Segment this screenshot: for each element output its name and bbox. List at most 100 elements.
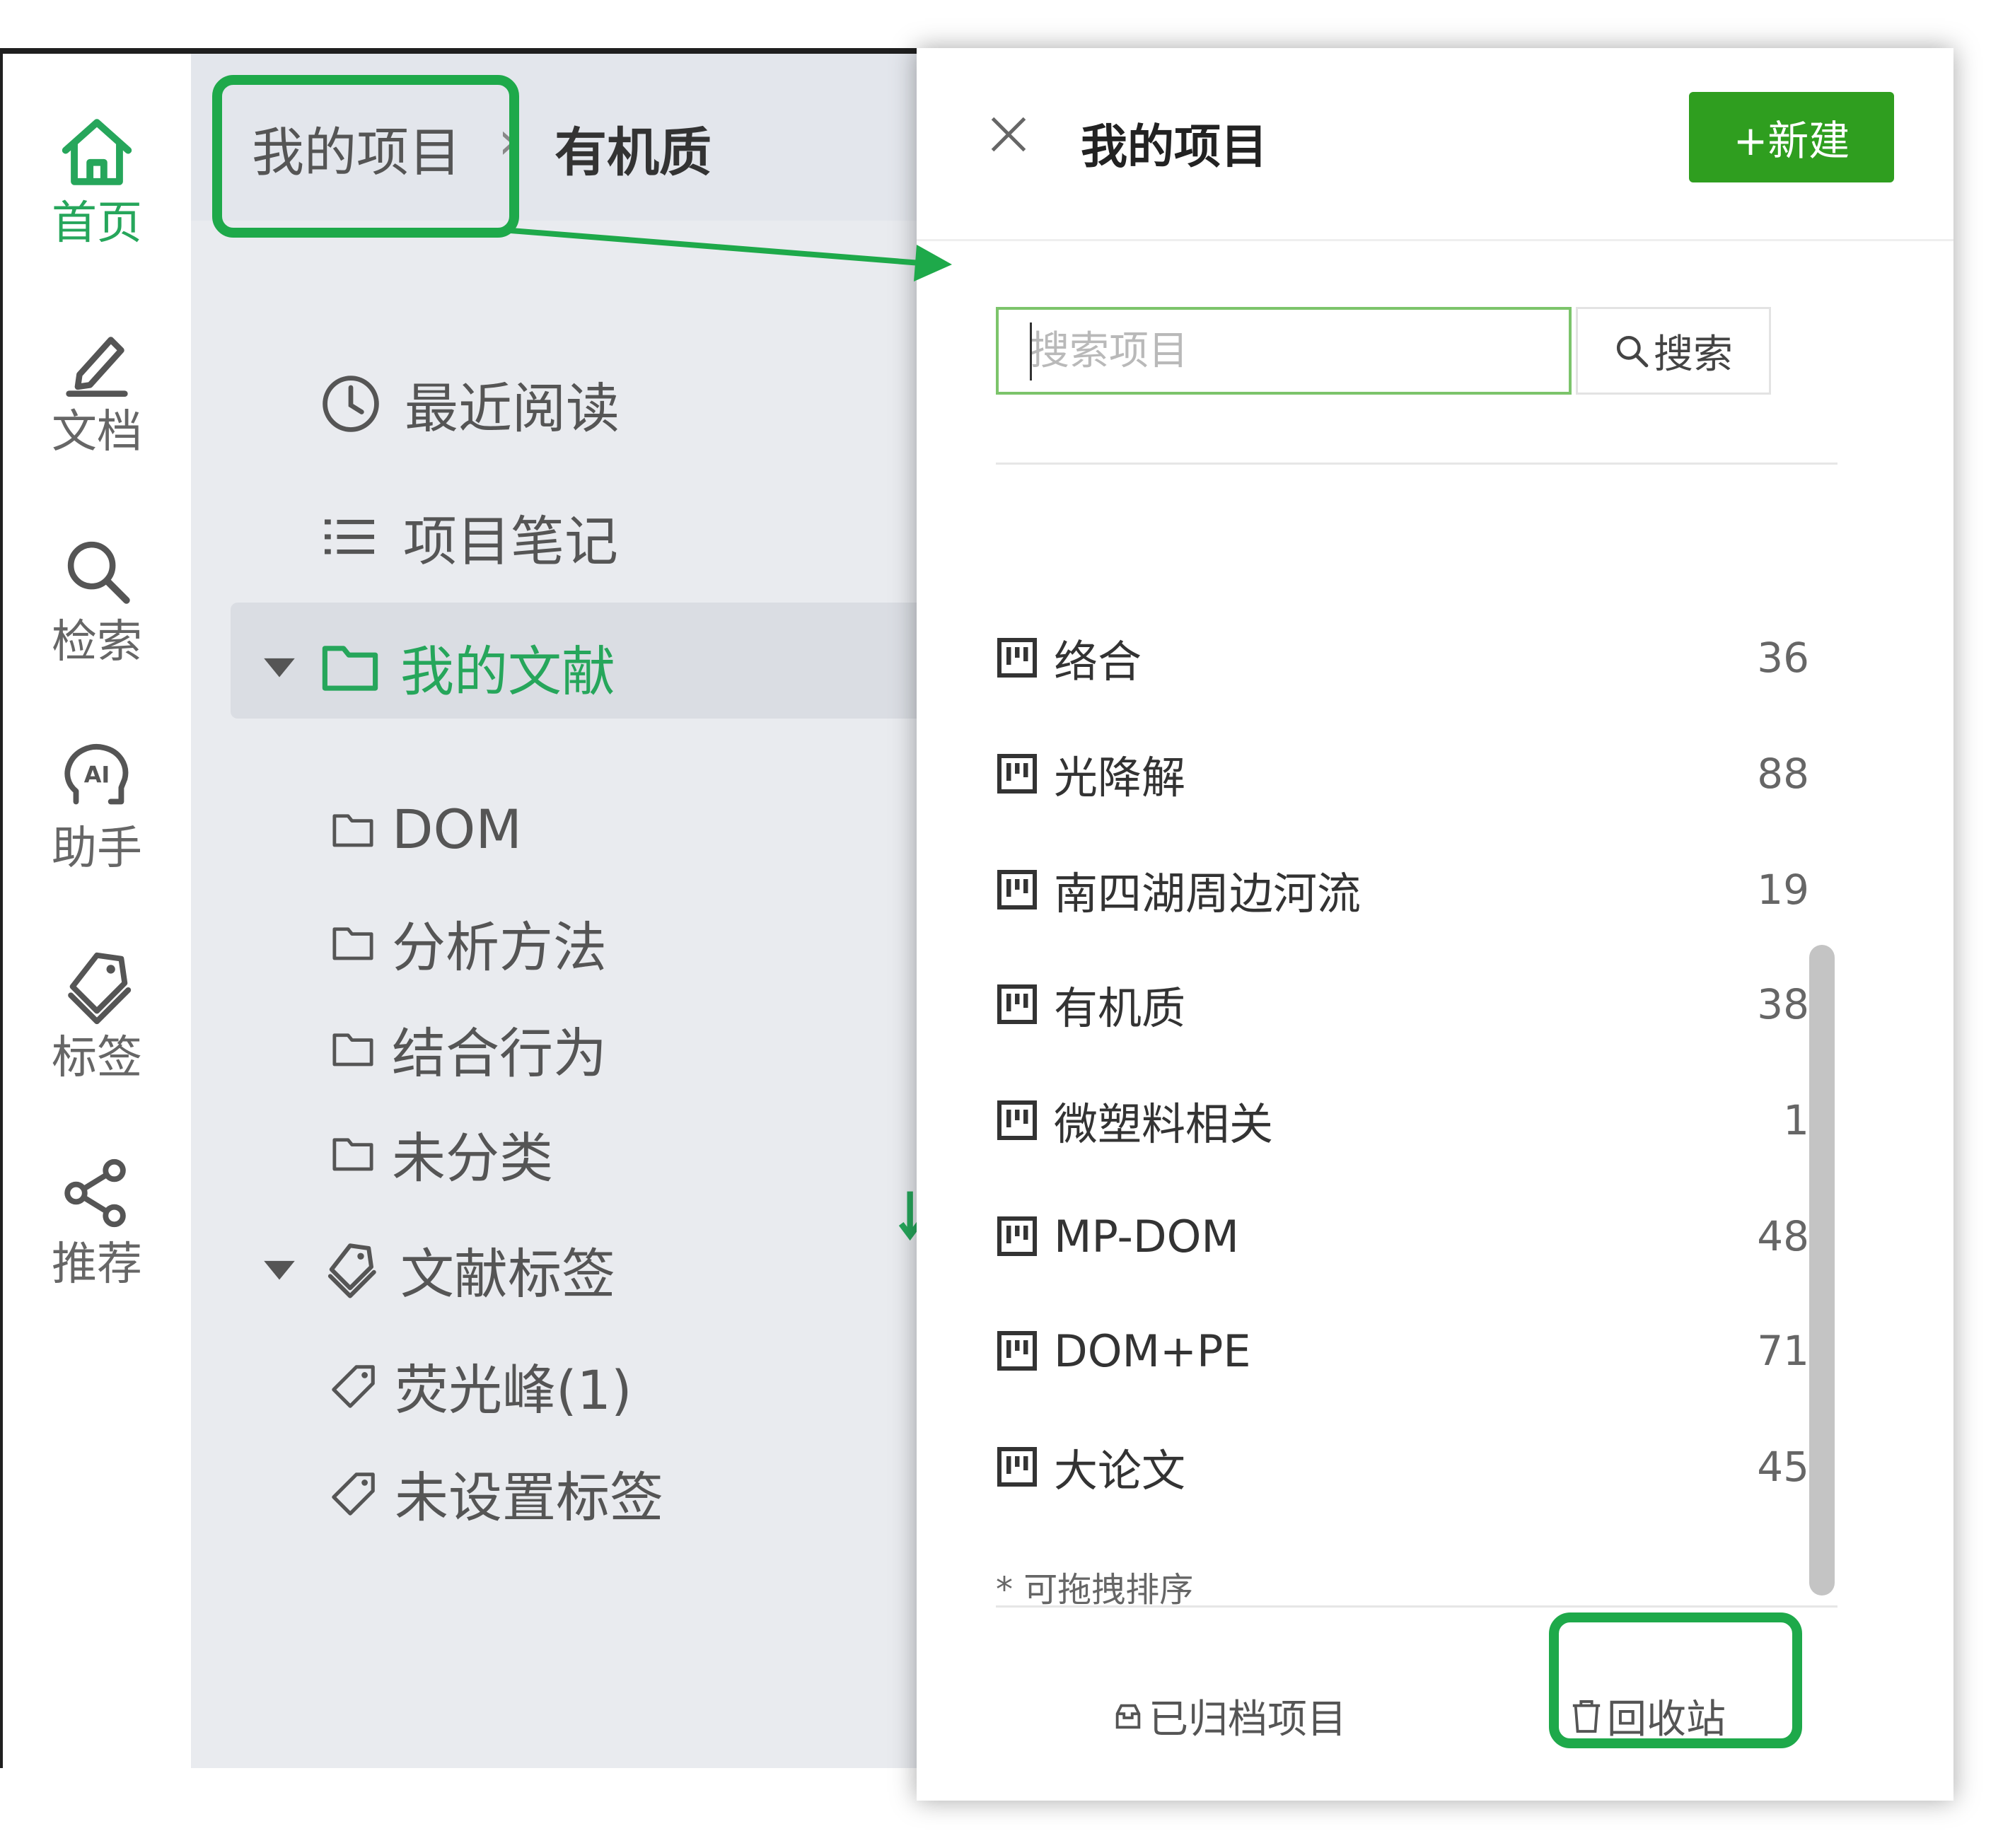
project-count: 19 <box>1757 866 1809 914</box>
caret-down-icon[interactable] <box>259 1249 300 1290</box>
board-icon <box>997 1447 1037 1487</box>
nav-home[interactable]: 首页 <box>3 110 191 259</box>
tree-notes-label: 项目笔记 <box>403 510 618 573</box>
tag-icon <box>332 1472 375 1516</box>
app-window: 首页 文档 检索 AI 助手 标签 推荐 我的项目 › 有机质 最近阅读 项目笔… <box>0 48 934 1768</box>
nav-assistant-label: 助手 <box>52 823 142 875</box>
project-item[interactable]: 大论文 45 <box>996 1424 1809 1509</box>
search-icon <box>1616 335 1649 368</box>
breadcrumb-my-projects[interactable]: 我的项目 <box>252 110 461 186</box>
trash-icon <box>1572 1699 1601 1733</box>
project-item[interactable]: 微塑料相关 1 <box>996 1078 1809 1163</box>
project-name: 络合 <box>1054 636 1142 687</box>
clock-icon <box>323 376 379 432</box>
board-icon <box>997 984 1037 1024</box>
share-icon <box>64 1158 126 1228</box>
tree-tag-fluorescence[interactable]: 荧光峰(1) <box>330 1347 632 1424</box>
archived-projects-label: 已归档项目 <box>1149 1697 1347 1743</box>
project-count: 38 <box>1757 980 1809 1028</box>
close-icon[interactable] <box>987 113 1030 156</box>
nav-recommend-label: 推荐 <box>52 1238 142 1291</box>
search-button[interactable]: 搜索 <box>1576 307 1771 395</box>
search-icon <box>67 541 130 604</box>
text-caret <box>1030 322 1032 380</box>
nav-docs[interactable]: 文档 <box>3 319 191 467</box>
svg-text:AI: AI <box>84 761 110 788</box>
tree-my-documents-label: 我的文献 <box>400 640 615 703</box>
tree-tag-unset[interactable]: 未设置标签 <box>330 1454 663 1532</box>
project-name: 大论文 <box>1054 1445 1186 1497</box>
project-name: 有机质 <box>1054 982 1186 1034</box>
tree-my-documents[interactable]: 我的文献 <box>259 628 615 706</box>
tree-document-tags[interactable]: 文献标签 <box>259 1231 615 1308</box>
project-item[interactable]: DOM+PE 71 <box>996 1308 1809 1393</box>
board-icon <box>997 1216 1037 1256</box>
project-search-input[interactable] <box>996 307 1572 395</box>
divider <box>996 463 1837 465</box>
project-name: MP-DOM <box>1054 1210 1239 1262</box>
project-count: 48 <box>1757 1212 1809 1260</box>
tree-document-tags-label: 文献标签 <box>400 1243 615 1306</box>
project-item[interactable]: 光降解 88 <box>996 731 1809 816</box>
drag-sort-hint: * 可拖拽排序 <box>996 1570 1194 1610</box>
tags-icon <box>68 952 132 1025</box>
tree-folder-dom[interactable]: DOM <box>330 798 522 861</box>
tree-folder-uncategorized[interactable]: 未分类 <box>330 1115 553 1192</box>
divider <box>996 1605 1837 1608</box>
project-item[interactable]: 有机质 38 <box>996 962 1809 1047</box>
folder-label: 结合行为 <box>392 1022 607 1085</box>
archived-projects-button[interactable]: 已归档项目 <box>1112 1687 1347 1745</box>
project-item[interactable]: MP-DOM 48 <box>996 1194 1809 1279</box>
tree-folder-analysis[interactable]: 分析方法 <box>330 904 607 982</box>
breadcrumb-current-project: 有机质 <box>555 122 712 183</box>
project-count: 45 <box>1757 1443 1809 1491</box>
folder-icon <box>332 813 373 847</box>
my-projects-panel: 我的项目 +新建 搜索 络合 36 光降解 88 南四湖周边河流 19 有机质 38 微塑料相关… <box>917 48 1953 1801</box>
nav-assistant[interactable]: AI 助手 <box>3 736 191 884</box>
board-icon <box>997 1331 1037 1371</box>
folder-label: 分析方法 <box>392 916 607 979</box>
folder-icon <box>332 1138 373 1171</box>
project-count: 36 <box>1757 634 1809 682</box>
new-project-button[interactable]: +新建 <box>1689 92 1894 182</box>
breadcrumb: 我的项目 › 有机质 <box>191 54 934 221</box>
panel-title: 我的项目 <box>1081 120 1267 174</box>
project-item[interactable]: 络合 36 <box>996 615 1809 700</box>
tags-icon <box>327 1243 376 1298</box>
tree-recent-reading[interactable]: 最近阅读 <box>318 365 620 443</box>
board-icon <box>997 870 1037 910</box>
ai-head-icon: AI <box>64 744 129 805</box>
recycle-bin-button[interactable]: 回收站 <box>1570 1687 1726 1745</box>
nav-docs-label: 文档 <box>52 406 142 458</box>
nav-home-label: 首页 <box>52 197 142 250</box>
board-icon <box>997 638 1037 678</box>
tree-folder-binding[interactable]: 结合行为 <box>330 1010 607 1088</box>
folder-icon <box>322 646 378 691</box>
folder-icon <box>332 927 373 960</box>
tag-icon <box>332 1365 375 1408</box>
caret-down-icon[interactable] <box>259 646 300 687</box>
list-icon <box>325 519 374 554</box>
home-icon <box>62 119 132 185</box>
breadcrumb-separator: › <box>498 110 519 171</box>
project-count: 71 <box>1757 1327 1809 1375</box>
project-name: 南四湖周边河流 <box>1054 868 1362 919</box>
nav-search[interactable]: 检索 <box>3 529 191 678</box>
scrollbar[interactable] <box>1809 945 1835 1596</box>
project-name: 光降解 <box>1054 752 1186 803</box>
pencil-icon <box>66 337 128 397</box>
nav-tags-label: 标签 <box>52 1032 142 1084</box>
project-tree: 我的项目 › 有机质 最近阅读 项目笔记 我的文献 DOM 分析方法 结合行为 … <box>191 54 934 1768</box>
tag-label: 荧光峰(1) <box>395 1359 632 1422</box>
nav-recommend[interactable]: 推荐 <box>3 1151 191 1300</box>
recycle-bin-label: 回收站 <box>1607 1697 1726 1743</box>
board-icon <box>997 754 1037 794</box>
search-button-label: 搜索 <box>1654 331 1733 378</box>
project-count: 1 <box>1783 1096 1809 1144</box>
folder-icon <box>332 1033 373 1067</box>
panel-header: 我的项目 +新建 <box>917 48 1953 241</box>
project-item[interactable]: 南四湖周边河流 19 <box>996 847 1809 932</box>
nav-tags[interactable]: 标签 <box>3 945 191 1093</box>
tree-project-notes[interactable]: 项目笔记 <box>320 498 618 576</box>
tag-label: 未设置标签 <box>395 1466 663 1529</box>
